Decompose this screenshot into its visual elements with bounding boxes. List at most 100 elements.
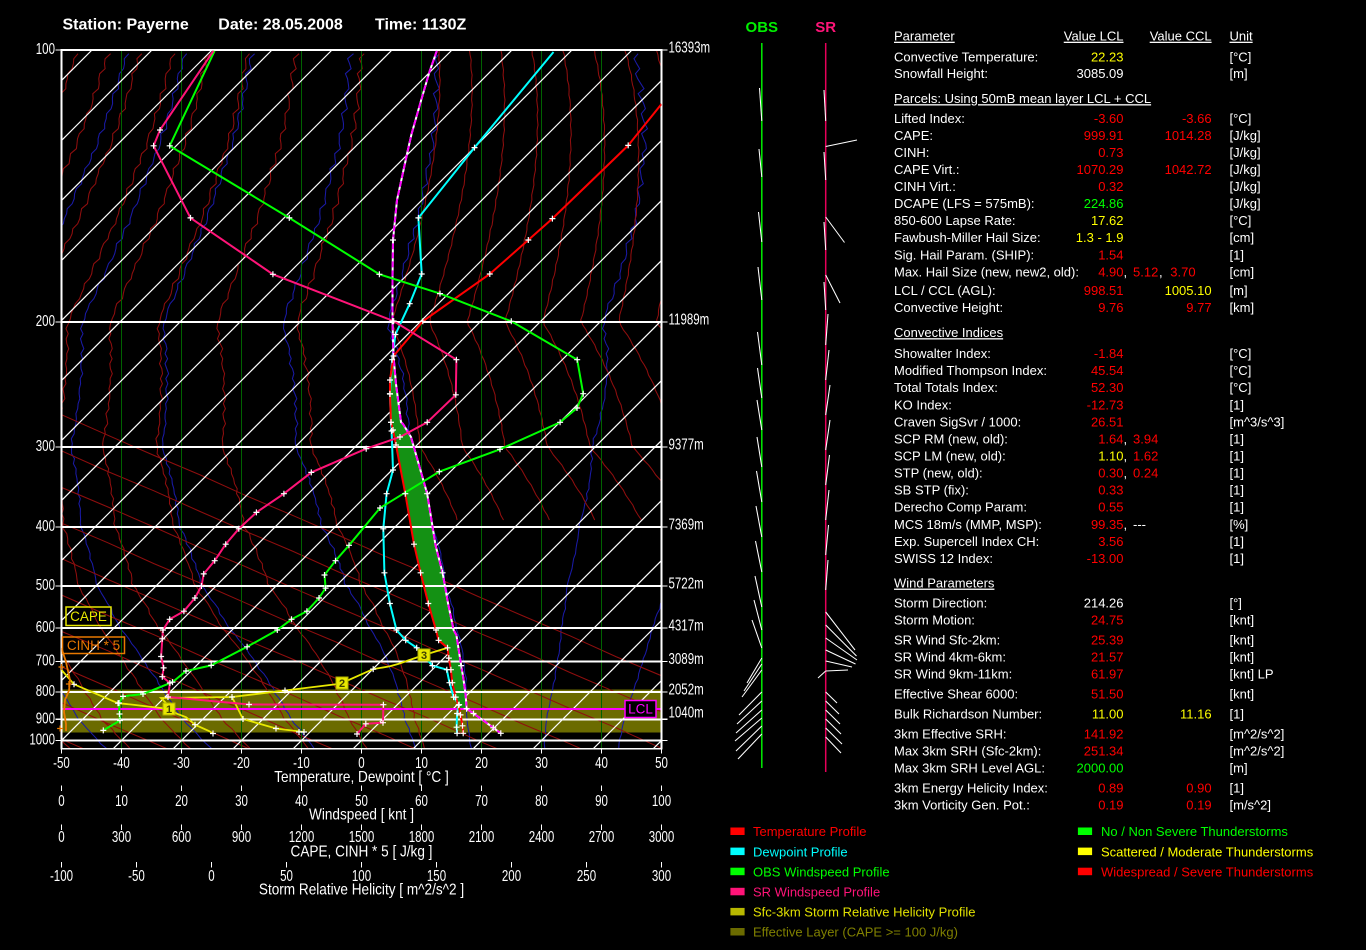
svg-text:Unit: Unit [1230, 29, 1254, 44]
svg-text:[1]: [1] [1230, 534, 1244, 549]
svg-text:52.30: 52.30 [1091, 380, 1124, 395]
svg-text:[1]: [1] [1230, 781, 1244, 796]
svg-text:Fawbush-Miller Hail Size:: Fawbush-Miller Hail Size: [894, 230, 1041, 245]
svg-text:[m/s^2]: [m/s^2] [1230, 798, 1272, 813]
svg-text:KO Index:: KO Index: [894, 397, 952, 412]
svg-text:Value CCL: Value CCL [1150, 29, 1212, 44]
svg-text:[knt]: [knt] [1230, 633, 1255, 648]
svg-text:[J/kg]: [J/kg] [1230, 179, 1261, 194]
svg-text:[1]: [1] [1230, 431, 1244, 446]
svg-text:CAPE: CAPE [70, 609, 107, 624]
svg-text:500: 500 [36, 575, 55, 593]
svg-text:[°C]: [°C] [1230, 380, 1252, 395]
svg-text:24.75: 24.75 [1091, 613, 1124, 628]
svg-text:850-600 Lapse Rate:: 850-600 Lapse Rate: [894, 213, 1015, 228]
svg-text:40: 40 [595, 753, 608, 771]
svg-text:No / Non Severe Thunderstorms: No / Non Severe Thunderstorms [1101, 824, 1288, 839]
svg-text:0.55: 0.55 [1098, 500, 1123, 515]
svg-text:Total Totals Index:: Total Totals Index: [894, 380, 998, 395]
svg-text:2052m: 2052m [669, 680, 704, 698]
svg-text:9377m: 9377m [669, 435, 704, 453]
svg-text:Max. Hail Size (new, new2, old: Max. Hail Size (new, new2, old): [894, 264, 1079, 279]
svg-text:Showalter Index:: Showalter Index: [894, 346, 991, 361]
svg-text:[°C]: [°C] [1230, 111, 1252, 126]
svg-text:3km Effective SRH:: 3km Effective SRH: [894, 727, 1006, 742]
svg-text:21.57: 21.57 [1091, 650, 1124, 665]
svg-text:OBS: OBS [746, 19, 779, 36]
svg-text:1.54: 1.54 [1098, 247, 1123, 262]
svg-text:2000.00: 2000.00 [1077, 761, 1124, 776]
svg-text:4317m: 4317m [669, 616, 704, 634]
svg-text:22.23: 22.23 [1091, 50, 1124, 65]
svg-text:80: 80 [535, 791, 548, 809]
svg-text:Max 3km SRH Level AGL:: Max 3km SRH Level AGL: [894, 761, 1045, 776]
svg-text:0.19: 0.19 [1186, 798, 1211, 813]
svg-text:-12.73: -12.73 [1087, 397, 1124, 412]
svg-text:CINH * 5: CINH * 5 [67, 638, 120, 653]
svg-text:Date: 28.05.2008: Date: 28.05.2008 [218, 17, 343, 34]
svg-text:Station: Payerne: Station: Payerne [63, 17, 189, 34]
svg-text:[m]: [m] [1230, 761, 1248, 776]
svg-text:Storm Relative Helicity [ m^2: Storm Relative Helicity [ m^2/s^2 ] [259, 882, 464, 899]
svg-text:Craven SigSvr / 1000:: Craven SigSvr / 1000: [894, 414, 1021, 429]
svg-text:214.26: 214.26 [1084, 596, 1124, 611]
svg-text:-1.84: -1.84 [1094, 346, 1124, 361]
svg-text:CAPE:: CAPE: [894, 128, 933, 143]
svg-text:11.00: 11.00 [1092, 707, 1124, 722]
svg-text:Parcels: Using 50mB mean layer: Parcels: Using 50mB mean layer LCL + CCL [894, 91, 1151, 106]
svg-text:26.51: 26.51 [1091, 414, 1124, 429]
svg-text:3.56: 3.56 [1098, 534, 1123, 549]
svg-text:,: , [1124, 466, 1128, 481]
svg-text:[1]: [1] [1230, 397, 1244, 412]
svg-text:[m^2/s^2]: [m^2/s^2] [1230, 727, 1285, 742]
svg-text:11.16: 11.16 [1180, 707, 1212, 722]
svg-text:---: --- [1133, 517, 1146, 532]
svg-text:[°C]: [°C] [1230, 213, 1252, 228]
svg-text:1.62: 1.62 [1133, 449, 1158, 464]
svg-text:LCL: LCL [628, 702, 653, 717]
svg-text:51.50: 51.50 [1091, 687, 1124, 702]
svg-text:Sfc-3km Storm Relative Helicit: Sfc-3km Storm Relative Helicity Profile [753, 905, 976, 920]
svg-text:[1]: [1] [1230, 466, 1244, 481]
svg-text:3000: 3000 [649, 827, 675, 845]
svg-text:Convective Height:: Convective Height: [894, 300, 1003, 315]
svg-text:Bulk Richardson Number:: Bulk Richardson Number: [894, 707, 1042, 722]
svg-text:CINH:: CINH: [894, 145, 929, 160]
svg-text:SCP RM (new, old):: SCP RM (new, old): [894, 431, 1008, 446]
svg-text:[1]: [1] [1230, 500, 1244, 515]
svg-text:9.76: 9.76 [1098, 300, 1123, 315]
svg-text:-40: -40 [113, 753, 130, 771]
svg-text:0: 0 [58, 791, 65, 809]
svg-text:STP (new, old):: STP (new, old): [894, 466, 983, 481]
svg-text:0.19: 0.19 [1098, 798, 1123, 813]
svg-text:60: 60 [415, 791, 428, 809]
svg-text:700: 700 [36, 651, 55, 669]
svg-text:Wind Parameters: Wind Parameters [894, 576, 995, 591]
svg-text:50: 50 [655, 753, 668, 771]
svg-text:,: , [1124, 449, 1128, 464]
svg-text:,: , [1124, 264, 1128, 279]
svg-text:998.51: 998.51 [1084, 283, 1124, 298]
svg-text:[km]: [km] [1230, 300, 1255, 315]
svg-text:CAPE, CINH * 5 [ J/kg ]: CAPE, CINH * 5 [ J/kg ] [291, 844, 433, 861]
svg-text:1.64: 1.64 [1098, 431, 1123, 446]
svg-text:0: 0 [58, 827, 65, 845]
svg-text:,: , [1124, 517, 1128, 532]
svg-text:200: 200 [502, 866, 521, 884]
svg-text:100: 100 [652, 791, 671, 809]
svg-text:Storm Direction:: Storm Direction: [894, 596, 987, 611]
svg-text:2700: 2700 [589, 827, 615, 845]
svg-text:99.35: 99.35 [1091, 517, 1124, 532]
svg-text:5722m: 5722m [669, 574, 704, 592]
svg-text:Parameter: Parameter [894, 29, 955, 44]
svg-text:Derecho Comp Param:: Derecho Comp Param: [894, 500, 1027, 515]
svg-text:20: 20 [475, 753, 488, 771]
svg-text:[1]: [1] [1230, 707, 1244, 722]
svg-text:,: , [1159, 264, 1163, 279]
svg-text:Effective Shear 6000:: Effective Shear 6000: [894, 687, 1018, 702]
svg-text:0.73: 0.73 [1098, 145, 1123, 160]
svg-text:3.70: 3.70 [1170, 264, 1195, 279]
svg-text:3km Vorticity Gen. Pot.:: 3km Vorticity Gen. Pot.: [894, 798, 1030, 813]
svg-text:7369m: 7369m [669, 515, 704, 533]
svg-text:1040m: 1040m [669, 703, 704, 721]
